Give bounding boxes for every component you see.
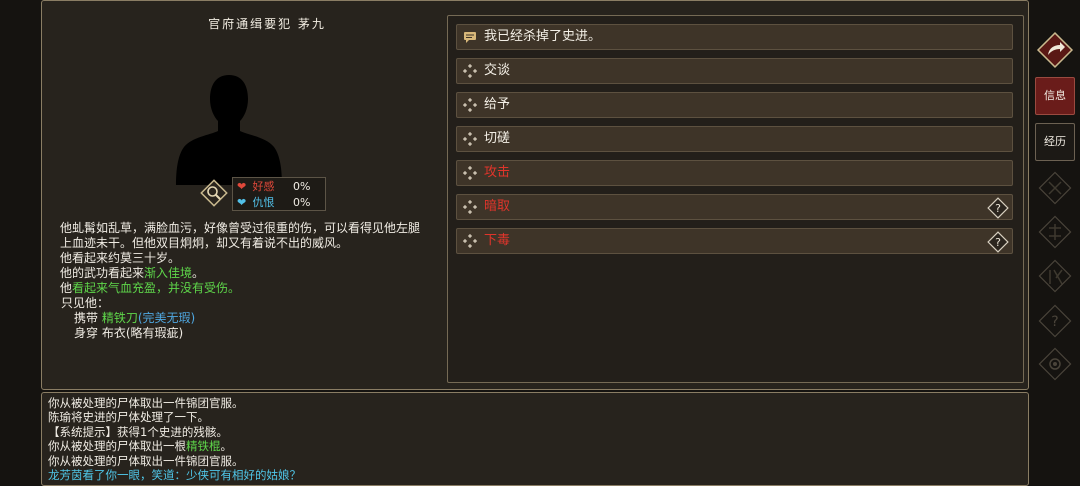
blue-heart-icon: ❤ bbox=[237, 196, 247, 209]
diamond-icon bbox=[463, 234, 477, 248]
action-label: 给予 bbox=[484, 97, 511, 112]
desc-health-prefix: 他 bbox=[60, 281, 73, 295]
log-line: 你从被处理的尸体取出一件锦团官服。 bbox=[48, 396, 244, 410]
hatred-row: ❤ 仇恨 0% bbox=[237, 195, 310, 210]
action-talk[interactable]: 交谈 bbox=[456, 58, 1013, 84]
diamond-icon bbox=[463, 64, 477, 78]
right-sidebar: 信息 经历 ? bbox=[1031, 0, 1080, 486]
log-lines: 你从被处理的尸体取出一件锦团官服。 陈瑜将史进的尸体处理了一下。 【系统提示】获… bbox=[48, 396, 301, 482]
favor-label: 好感 bbox=[252, 180, 275, 193]
tab-history[interactable]: 经历 bbox=[1035, 123, 1075, 161]
desc-martial: 他的武功看起来渐入佳境。 bbox=[60, 266, 420, 281]
desc-wear: 身穿 布衣(略有瑕疵) bbox=[60, 326, 420, 341]
action-dialog-killed-shijin[interactable]: 我已经杀掉了史进。 bbox=[456, 24, 1013, 50]
relation-stats: ❤ 好感 0% ❤ 仇恨 0% bbox=[232, 177, 326, 211]
npc-panel: 官府通缉要犯 茅九 ❤ 好感 0% ❤ 仇恨 0% 他虬髯如乱草，满脸血污，好像… bbox=[41, 0, 1029, 390]
hatred-value: 0% bbox=[293, 196, 311, 209]
ghost-tab-icon[interactable] bbox=[1037, 214, 1073, 250]
question-icon[interactable]: ? bbox=[1037, 303, 1073, 339]
npc-description: 他虬髯如乱草，满脸血污，好像曾受过很重的伤，可以看得见他左腿上血迹未干。但他双目… bbox=[60, 221, 420, 341]
svg-text:?: ? bbox=[995, 202, 1001, 215]
action-attack[interactable]: 攻击 bbox=[456, 160, 1013, 186]
favor-value: 0% bbox=[293, 180, 311, 193]
action-list: 我已经杀掉了史进。 交谈 给予 切磋 攻击 暗取 ? 下毒 ? bbox=[447, 15, 1024, 383]
relation-box: ❤ 好感 0% ❤ 仇恨 0% bbox=[200, 177, 326, 211]
favor-row: ❤ 好感 0% bbox=[237, 179, 310, 194]
desc-carry: 携带 精铁刀(完美无瑕) bbox=[60, 311, 420, 326]
action-label: 我已经杀掉了史进。 bbox=[484, 29, 602, 44]
carry-label: 携带 bbox=[74, 311, 99, 325]
action-label: 攻击 bbox=[484, 165, 511, 180]
message-log[interactable]: 你从被处理的尸体取出一件锦团官服。 陈瑜将史进的尸体处理了一下。 【系统提示】获… bbox=[41, 392, 1029, 486]
help-question-icon[interactable]: ? bbox=[986, 196, 1010, 220]
desc-appearance: 他虬髯如乱草，满脸血污，好像曾受过很重的伤，可以看得见他左腿上血迹未干。但他双目… bbox=[60, 221, 421, 250]
action-label: 交谈 bbox=[484, 63, 511, 78]
svg-text:?: ? bbox=[1051, 314, 1058, 330]
desc-health-status: 看起来气血充盈，并没有受伤。 bbox=[72, 281, 241, 295]
wear-label: 身穿 bbox=[74, 326, 99, 340]
diamond-icon bbox=[463, 132, 477, 146]
diamond-icon bbox=[463, 166, 477, 180]
help-question-icon[interactable]: ? bbox=[986, 230, 1010, 254]
npc-portrait-silhouette bbox=[176, 75, 282, 185]
red-heart-icon: ❤ bbox=[237, 180, 247, 193]
action-give[interactable]: 给予 bbox=[456, 92, 1013, 118]
log-line: 【系统提示】获得1个史进的残骸。 bbox=[48, 424, 228, 439]
wear-item[interactable]: 布衣 bbox=[102, 326, 126, 340]
ghost-tab-icon[interactable] bbox=[1037, 258, 1073, 294]
carry-quality: (完美无瑕) bbox=[137, 311, 196, 325]
log-line: 你从被处理的尸体取出一件锦团官服。 bbox=[48, 453, 244, 468]
log-line-prefix: 你从被处理的尸体取出一根 bbox=[48, 439, 186, 454]
log-line-suffix: 。 bbox=[220, 439, 233, 454]
diamond-icon bbox=[463, 200, 477, 214]
ghost-tab-icon[interactable] bbox=[1037, 170, 1073, 206]
dialog-icon bbox=[464, 32, 476, 43]
desc-martial-suffix: 。 bbox=[192, 266, 205, 280]
relation-magnifier-icon[interactable] bbox=[200, 179, 228, 207]
action-spar[interactable]: 切磋 bbox=[456, 126, 1013, 152]
carry-item[interactable]: 精铁刀 bbox=[102, 311, 138, 325]
log-line: 陈瑜将史进的尸体处理了一下。 bbox=[48, 410, 209, 425]
wear-quality: (略有瑕疵) bbox=[125, 326, 184, 340]
desc-martial-prefix: 他的武功看起来 bbox=[60, 266, 145, 280]
log-line-dialogue: 龙芳茵看了你一眼，笑道：少侠可有相好的姑娘？ bbox=[48, 468, 301, 483]
desc-martial-level: 渐入佳境 bbox=[144, 266, 193, 280]
back-arrow-icon[interactable] bbox=[1035, 30, 1075, 70]
svg-text:?: ? bbox=[995, 236, 1001, 249]
action-steal[interactable]: 暗取 ? bbox=[456, 194, 1013, 220]
action-label: 暗取 bbox=[484, 199, 511, 214]
log-line: 你从被处理的尸体取出一根精铁棍。 bbox=[48, 439, 301, 453]
tab-info[interactable]: 信息 bbox=[1035, 77, 1075, 115]
desc-age: 他看起来约莫三十岁。 bbox=[60, 251, 181, 265]
action-label: 下毒 bbox=[484, 233, 511, 248]
npc-title: 官府通缉要犯 茅九 bbox=[208, 17, 326, 31]
settings-gear-icon[interactable] bbox=[1037, 346, 1073, 382]
action-label: 切磋 bbox=[484, 131, 511, 146]
desc-health: 他看起来气血充盈，并没有受伤。 bbox=[60, 281, 420, 296]
desc-only-see: 只见他： bbox=[61, 296, 110, 310]
hatred-label: 仇恨 bbox=[252, 196, 275, 209]
log-item-name: 精铁棍 bbox=[186, 439, 221, 454]
diamond-icon bbox=[463, 98, 477, 112]
action-poison[interactable]: 下毒 ? bbox=[456, 228, 1013, 254]
